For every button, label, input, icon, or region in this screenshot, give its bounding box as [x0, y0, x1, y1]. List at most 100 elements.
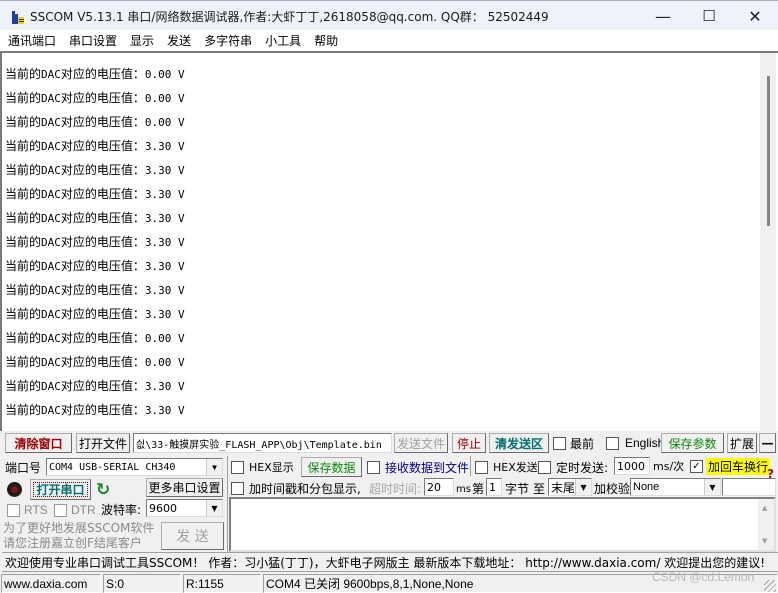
line-dac-label: DAC — [41, 188, 61, 201]
line-voltage-unit: V — [178, 116, 185, 129]
clear-send-button[interactable]: 清发送区 — [489, 433, 549, 453]
timestamp-check[interactable] — [231, 481, 244, 495]
checksum-label: 加校验 — [594, 481, 631, 496]
send-scrollbar[interactable]: ▲ ▼ — [758, 499, 774, 550]
to-select[interactable]: 末尾 ▼ — [548, 478, 592, 496]
collapse-button[interactable]: — — [759, 433, 776, 453]
more-serial-settings-button[interactable]: 更多串口设置 — [146, 478, 223, 497]
line-dac-label: DAC — [41, 212, 61, 225]
line-voltage-unit: V — [178, 92, 185, 105]
to-select-value: 末尾 — [551, 480, 576, 495]
menu-help[interactable]: 帮助 — [314, 32, 338, 49]
chevron-down-icon[interactable]: ▼ — [575, 479, 591, 495]
line-voltage-value: 0.00 — [144, 332, 172, 345]
promo-text[interactable]: 为了更好地发展SSCOM软件 请您注册嘉立创F结尾客户 — [3, 521, 154, 551]
chevron-down-icon[interactable]: ▼ — [206, 500, 222, 516]
baud-label: 波特率: — [101, 502, 142, 517]
dtr-checkbox[interactable]: DTR — [54, 502, 96, 518]
menu-tools[interactable]: 小工具 — [265, 32, 301, 49]
topmost-checkbox[interactable]: 最前 — [553, 434, 594, 452]
line-prefix: 当前的 — [5, 283, 42, 297]
receive-scrollbar-thumb[interactable] — [767, 76, 770, 226]
line-label-suffix: 对应的电压值： — [60, 331, 145, 345]
line-prefix: 当前的 — [5, 331, 42, 345]
maximize-button[interactable]: ☐ — [686, 1, 732, 31]
save-data-button[interactable]: 保存数据 — [301, 457, 362, 477]
menu-multi-string[interactable]: 多字符串 — [204, 32, 252, 49]
minimize-button[interactable]: — — [640, 1, 686, 31]
line-dac-label: DAC — [41, 68, 61, 81]
timed-send-check[interactable] — [538, 460, 551, 474]
line-dac-label: DAC — [41, 260, 61, 273]
baud-select[interactable]: 9600 ▼ — [146, 499, 223, 517]
send-button[interactable]: 发 送 — [161, 522, 224, 550]
file-path-input[interactable]: 싒\33-触摸屏实验_FLASH_APP\Obj\Template.bin — [133, 433, 392, 453]
receive-line: 当前的DAC对应的电压值：3.30 V — [5, 303, 185, 327]
timeout-input[interactable]: 20 — [424, 478, 454, 496]
save-params-button[interactable]: 保存参数 — [661, 433, 724, 453]
line-voltage-value: 3.30 — [144, 140, 172, 153]
checksum-select[interactable]: None ▼ — [630, 478, 721, 496]
english-checkbox[interactable]: English — [606, 434, 664, 452]
receive-line: 当前的DAC对应的电压值：3.30 V — [5, 207, 185, 231]
topmost-label: 最前 — [570, 436, 595, 451]
hex-display-check[interactable] — [231, 460, 244, 474]
recv-to-file-check[interactable] — [367, 460, 380, 474]
port-select[interactable]: COM4 USB-SERIAL CH340 ▼ — [46, 458, 223, 476]
rts-checkbox[interactable]: RTS — [7, 502, 48, 518]
receive-scrollbar[interactable] — [760, 53, 776, 431]
line-label-suffix: 对应的电压值： — [60, 91, 145, 105]
menu-serial-settings[interactable]: 串口设置 — [69, 32, 117, 49]
close-button[interactable]: ✕ — [732, 1, 778, 31]
receive-textarea[interactable]: 当前的DAC对应的电压值：0.00 V 当前的DAC对应的电压值：0.00 V 当前… — [0, 51, 778, 431]
line-dac-label: DAC — [41, 404, 61, 417]
line-voltage-unit: V — [178, 236, 185, 249]
timed-send-label: 定时发送: — [556, 460, 609, 475]
topmost-check[interactable] — [553, 436, 566, 450]
maximize-icon: ☐ — [702, 7, 716, 25]
hex-send-check[interactable] — [475, 460, 488, 474]
add-crlf-checkbox[interactable]: ✓ 加回车换行 — [690, 458, 771, 475]
status-website: www.daxia.com — [1, 574, 101, 593]
rts-check[interactable] — [7, 503, 20, 517]
hex-display-checkbox[interactable]: HEX显示 — [231, 459, 294, 475]
menu-comm-port[interactable]: 通讯端口 — [8, 32, 56, 49]
english-check[interactable] — [606, 436, 619, 450]
clear-window-button[interactable]: 清除窗口 — [5, 433, 72, 453]
timestamp-checkbox[interactable]: 加时间戳和分包显示, — [231, 480, 361, 496]
menu-display[interactable]: 显示 — [130, 32, 154, 49]
ticker-bar: 欢迎使用专业串口调试工具SSCOM！ 作者：习小猛(丁丁)，大虾电子网版主 最新… — [2, 552, 778, 572]
chevron-down-icon[interactable]: ▼ — [206, 459, 222, 475]
open-port-button[interactable]: 打开串口 — [30, 479, 91, 500]
line-prefix: 当前的 — [5, 163, 42, 177]
receive-line: 当前的DAC对应的电压值：0.00 V — [5, 63, 185, 87]
hex-send-checkbox[interactable]: HEX发送 — [475, 459, 538, 475]
resize-grip-icon[interactable] — [764, 580, 776, 592]
line-voltage-unit: V — [178, 356, 185, 369]
dtr-check[interactable] — [54, 503, 67, 517]
add-crlf-check[interactable]: ✓ — [690, 460, 703, 473]
open-file-button[interactable]: 打开文件 — [76, 433, 130, 453]
menu-send[interactable]: 发送 — [167, 32, 191, 49]
receive-lines: 当前的DAC对应的电压值：0.00 V 当前的DAC对应的电压值：0.00 V 当前… — [5, 63, 185, 423]
send-file-button[interactable]: 发送文件 — [394, 433, 448, 453]
line-voltage-value: 3.30 — [144, 164, 172, 177]
expand-button[interactable]: 扩展 — [727, 433, 757, 453]
line-voltage-value: 3.30 — [144, 380, 172, 393]
checksum-output-field[interactable] — [722, 478, 776, 496]
recv-to-file-checkbox[interactable]: 接收数据到文件 — [367, 459, 469, 475]
line-voltage-unit: V — [178, 164, 185, 177]
scroll-down-icon[interactable]: ▼ — [762, 537, 767, 545]
byte-from-input[interactable]: 1 — [486, 478, 502, 496]
close-icon: ✕ — [748, 6, 762, 26]
send-textarea[interactable]: ▲ ▼ — [229, 497, 776, 552]
timed-send-checkbox[interactable]: 定时发送: — [538, 459, 608, 475]
line-label-suffix: 对应的电压值： — [60, 187, 145, 201]
timed-interval-input[interactable]: 1000 — [614, 457, 650, 475]
chevron-down-icon[interactable]: ▼ — [704, 479, 720, 495]
timed-unit-label: ms/次 — [653, 460, 685, 473]
scroll-up-icon[interactable]: ▲ — [762, 504, 767, 512]
stop-button[interactable]: 停止 — [452, 433, 486, 453]
refresh-icon[interactable]: ↻ — [96, 481, 110, 499]
line-label-suffix: 对应的电压值： — [60, 259, 145, 273]
